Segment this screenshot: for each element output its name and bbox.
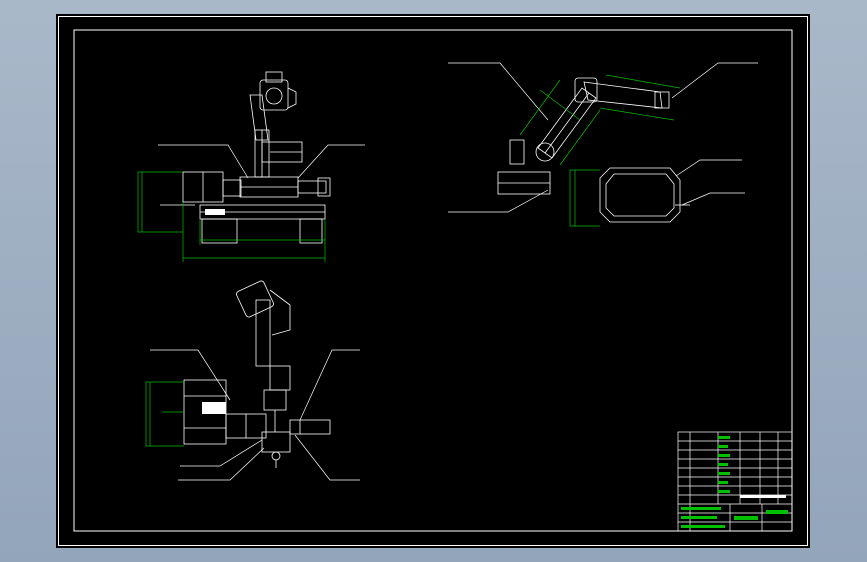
top-arm: [255, 299, 271, 367]
upper-arm: [249, 94, 269, 141]
top-view-dimensions: [145, 381, 184, 447]
cad-drawing: [73, 29, 793, 532]
base-foot-left: [201, 218, 238, 244]
front-view-dimensions: [137, 171, 326, 262]
iso-upper-arm: [583, 81, 663, 109]
inner-frame: [73, 29, 793, 532]
base-foot-right: [299, 218, 323, 244]
isometric-view[interactable]: [448, 62, 758, 223]
front-view[interactable]: [158, 71, 365, 244]
top-view[interactable]: [150, 280, 360, 481]
